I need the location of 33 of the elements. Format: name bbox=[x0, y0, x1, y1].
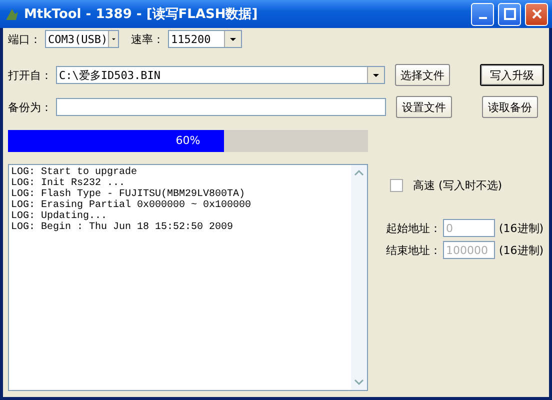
action-button[interactable]: 读取备份 bbox=[482, 96, 538, 118]
high-speed-label: 高速 (写入时不选) bbox=[413, 178, 502, 193]
log-line: LOG: Begin : Thu Jun 18 15:52:50 2009 bbox=[11, 222, 234, 233]
baud-label: 速率： bbox=[131, 32, 164, 46]
open-from-label: 打开自： bbox=[8, 68, 52, 82]
unit-label: (16进制) bbox=[499, 220, 544, 236]
address-label: 结束地址： bbox=[386, 242, 441, 258]
maximize-icon bbox=[504, 8, 516, 20]
minimize-button[interactable] bbox=[471, 2, 494, 26]
action-button[interactable]: 设置文件 bbox=[396, 96, 452, 118]
log-line: LOG: Init Rs232 ... bbox=[11, 178, 126, 189]
close-button[interactable] bbox=[525, 2, 548, 26]
port-label: 端口： bbox=[8, 32, 41, 46]
backup-as-label: 备份为： bbox=[8, 100, 52, 114]
scrollbar[interactable] bbox=[351, 165, 367, 390]
log-line: LOG: Updating... bbox=[11, 211, 108, 222]
action-button[interactable]: 写入升级 bbox=[480, 64, 544, 86]
backup-path-field[interactable] bbox=[56, 98, 386, 116]
port-dropdown[interactable]: COM3(USB) bbox=[45, 30, 119, 48]
progress-text: 60% bbox=[174, 134, 202, 147]
log-line: LOG: Start to upgrade bbox=[11, 167, 138, 178]
close-icon bbox=[530, 8, 542, 20]
high-speed-checkbox[interactable] bbox=[390, 179, 403, 192]
action-button[interactable]: 选择文件 bbox=[394, 64, 450, 86]
log-line: LOG: Erasing Partial 0x000000 ~ 0x100000 bbox=[11, 200, 252, 211]
file-dropdown[interactable]: C:\爱多ID503.BIN bbox=[56, 66, 385, 84]
log-line: LOG: Flash Type - FUJITSU(MBM29LV800TA) bbox=[11, 189, 246, 200]
baud-dropdown[interactable]: 115200 bbox=[168, 30, 242, 48]
minimize-icon bbox=[478, 17, 486, 19]
address-label: 起始地址： bbox=[386, 220, 441, 236]
unit-label: (16进制) bbox=[499, 242, 544, 258]
maximize-button[interactable] bbox=[498, 2, 521, 26]
window-title: MtkTool - 1389 - [读写FLASH数据] bbox=[24, 6, 259, 23]
